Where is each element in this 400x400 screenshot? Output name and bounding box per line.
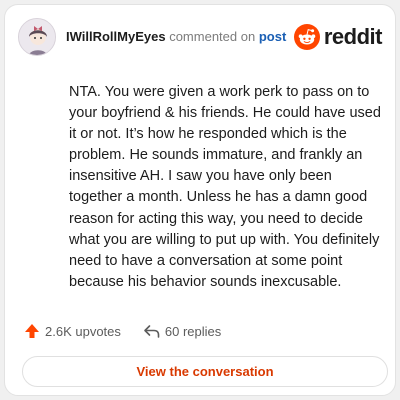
reply-arrow-icon [144,324,160,338]
comment-footer: 2.6K upvotes 60 replies [24,320,221,342]
comment-header: IWillRollMyEyes commented on post reddit [18,17,383,57]
commented-on-text: commented on [169,29,256,44]
view-conversation-button[interactable]: View the conversation [22,356,388,387]
reddit-logo-icon [293,24,320,50]
replies-stat[interactable]: 60 replies [143,324,221,339]
upvote-arrow-icon [25,324,39,338]
reddit-wordmark: reddit [323,24,383,49]
reddit-brand[interactable]: reddit [293,24,383,50]
post-link[interactable]: post [259,29,286,44]
comment-body: NTA. You were given a work perk to pass … [69,84,381,290]
username-link[interactable]: IWillRollMyEyes [66,29,166,44]
upvotes-stat[interactable]: 2.6K upvotes [24,323,121,339]
upvotes-count: 2.6K upvotes [45,323,121,339]
comment-card: IWillRollMyEyes commented on post reddit… [4,4,396,396]
comment-meta: IWillRollMyEyes commented on post [66,29,286,45]
replies-count: 60 replies [164,323,222,339]
user-avatar[interactable] [18,18,56,56]
